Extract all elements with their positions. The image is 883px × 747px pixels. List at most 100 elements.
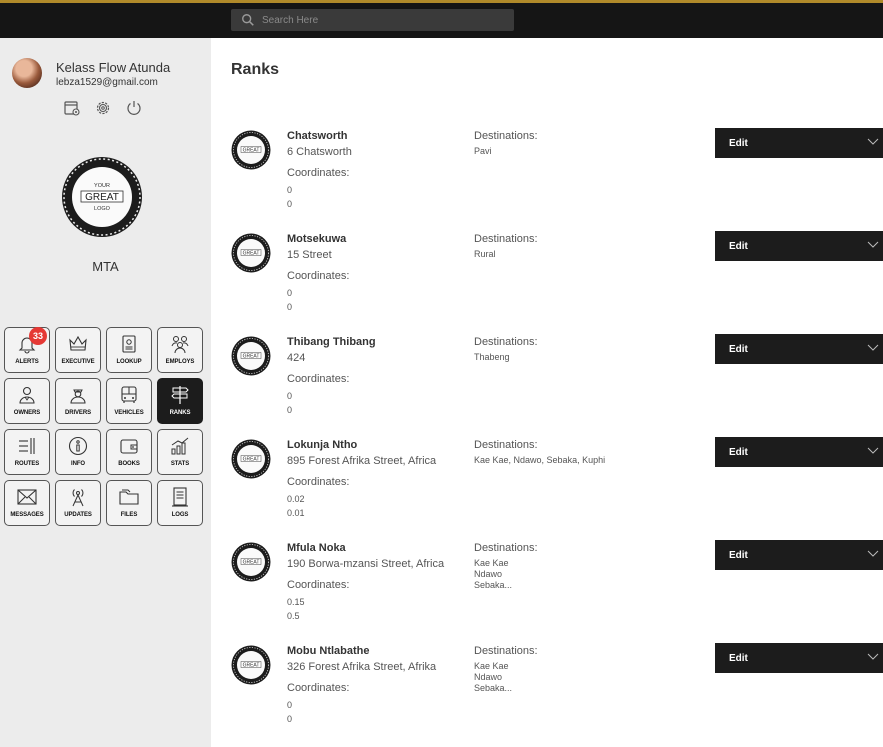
rank-logo-text: GREAT [243,354,260,360]
org-logo: YOUR GREAT LOGO [62,157,142,237]
sidebar: Kelass Flow Atunda lebza1529@gmail.com Y… [0,38,211,747]
rank-name: Mfula Noka [287,542,346,554]
top-bar [0,3,883,38]
tile-owners[interactable]: OWNERS [4,378,50,424]
tile-updates[interactable]: UPDATES [55,480,101,526]
destinations-label: Destinations: [474,233,538,245]
rank-name: Mobu Ntlabathe [287,645,370,657]
tile-messages[interactable]: MESSAGES [4,480,50,526]
power-icon[interactable] [125,99,143,117]
user-name: Kelass Flow Atunda [56,60,171,75]
edit-button[interactable]: Edit [715,540,883,570]
tile-label: BOOKS [118,461,140,467]
rank-address: 424 [287,352,306,364]
logo-line-2: GREAT [85,192,119,203]
search-icon [242,14,254,26]
chevron-down-icon [867,653,879,660]
rank-item: GREAT Lokunja Ntho 895 Forest Afrika Str… [231,437,883,539]
edit-button[interactable]: Edit [715,231,883,261]
coordinates-label: Coordinates: [287,682,350,694]
destinations-list: Pavi [474,146,492,157]
antenna-icon [72,489,84,507]
tile-logs[interactable]: LOGS [157,480,203,526]
tile-drivers[interactable]: DRIVERS [55,378,101,424]
tile-files[interactable]: FILES [106,480,152,526]
chevron-down-icon [867,344,879,351]
edit-button[interactable]: Edit [715,128,883,158]
tile-executive[interactable]: EXECUTIVE [55,327,101,373]
rank-address: 190 Borwa-mzansi Street, Africa [287,558,445,570]
destinations-label: Destinations: [474,542,538,554]
rank-name: Thibang Thibang [287,336,376,348]
coordinate-2: 0 [287,405,293,415]
search-bar[interactable] [231,9,514,31]
destinations-label: Destinations: [474,645,538,657]
destination-item: Rural [474,249,496,259]
tile-label: EXECUTIVE [61,359,95,365]
rank-item: GREAT Mobu Ntlabathe 326 Forest Afrika S… [231,643,883,745]
tile-label: ALERTS [15,359,39,365]
crown-icon [69,335,87,351]
coordinates-label: Coordinates: [287,476,350,488]
tile-vehicles[interactable]: VEHICLES [106,378,152,424]
logo-line-3: LOGO [94,206,111,212]
rank-item: GREAT Thibang Thibang 424 Coordinates: 0… [231,334,883,436]
tile-ranks[interactable]: RANKS [157,378,203,424]
rank-logo: GREAT [231,542,271,582]
tile-label: VEHICLES [114,410,144,416]
destination-item: Ndawo [474,672,503,682]
logo-line-1: YOUR [94,183,110,189]
coordinate-1: 0 [287,185,293,195]
calendar-settings-icon[interactable] [63,99,81,117]
edit-button-label: Edit [729,137,748,149]
edit-button-label: Edit [729,446,748,458]
edit-button[interactable]: Edit [715,643,883,673]
rank-logo: GREAT [231,130,271,170]
destinations-label: Destinations: [474,439,538,451]
tile-lookup[interactable]: LOOKUP [106,327,152,373]
rank-logo: GREAT [231,233,271,273]
tile-label: INFO [71,461,85,467]
tile-label: MESSAGES [10,512,44,518]
tile-stats[interactable]: STATS [157,429,203,475]
alerts-badge: 33 [29,327,47,345]
tile-label: ROUTES [14,461,40,467]
chevron-down-icon [867,550,879,557]
rank-logo: GREAT [231,439,271,479]
destination-item: Kae Kae, Ndawo, Sebaka, Kuphi [474,455,606,465]
bus-icon [121,386,137,403]
tile-alerts[interactable]: 33 ALERTS [4,327,50,373]
coordinates-label: Coordinates: [287,579,350,591]
rank-name: Motsekuwa [287,233,347,245]
coordinate-2: 0 [287,714,293,724]
edit-button[interactable]: Edit [715,334,883,364]
tile-routes[interactable]: ROUTES [4,429,50,475]
envelope-icon [17,489,37,505]
tile-label: STATS [170,461,190,467]
edit-button-label: Edit [729,240,748,252]
destination-item: Kae Kae [474,661,509,671]
rank-logo: GREAT [231,336,271,376]
rank-name: Lokunja Ntho [287,439,358,451]
rank-logo: GREAT [231,645,271,685]
tile-label: UPDATES [64,512,92,518]
tile-label: LOOKUP [116,359,142,365]
edit-button-label: Edit [729,652,748,664]
tile-label: LOGS [171,512,189,518]
edit-button[interactable]: Edit [715,437,883,467]
tile-info[interactable]: INFO [55,429,101,475]
avatar[interactable] [12,58,42,88]
destination-item: Kae Kae [474,558,509,568]
tile-label: DRIVERS [65,410,91,416]
tile-label: OWNERS [13,410,41,416]
tile-employs[interactable]: EMPLOYS [157,327,203,373]
gear-icon[interactable] [94,99,112,117]
rank-address: 6 Chatsworth [287,146,352,158]
coordinate-1: 0 [287,391,293,401]
destinations-label: Destinations: [474,336,538,348]
chevron-down-icon [867,447,879,454]
edit-button-label: Edit [729,549,748,561]
tile-books[interactable]: BOOKS [106,429,152,475]
destinations-list: Kae Kae Ndawo Sebaka... [474,558,512,591]
search-input[interactable] [262,14,502,26]
